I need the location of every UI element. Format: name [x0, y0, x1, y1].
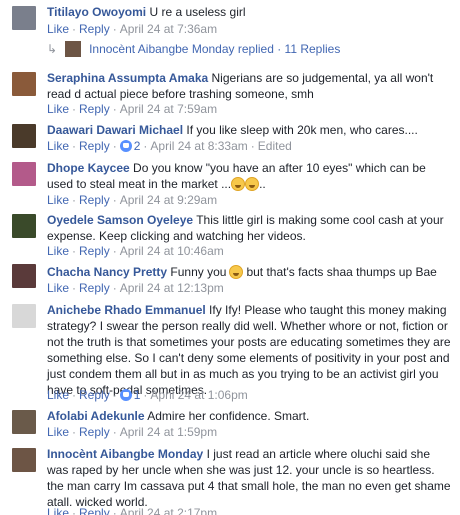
timestamp[interactable]: April 24 at 7:59am: [120, 102, 217, 116]
comment-text: Admire her confidence. Smart.: [147, 409, 310, 423]
reply-link[interactable]: Reply: [79, 388, 110, 402]
view-replies-link[interactable]: Innocènt Aibangbe Monday replied · 11 Re…: [89, 42, 340, 56]
reply-link[interactable]: Reply: [79, 102, 110, 116]
reaction-count[interactable]: 2: [134, 139, 141, 153]
timestamp[interactable]: April 24 at 1:06pm: [150, 388, 247, 402]
avatar[interactable]: [12, 264, 36, 288]
like-link[interactable]: Like: [47, 139, 69, 153]
reaction-count[interactable]: 1: [134, 388, 141, 402]
comment-author[interactable]: Dhope Kaycee: [47, 161, 130, 175]
avatar[interactable]: [12, 72, 36, 96]
timestamp[interactable]: April 24 at 8:33am: [150, 139, 247, 153]
reply-link[interactable]: Reply: [79, 22, 110, 36]
reply-link[interactable]: Reply: [79, 244, 110, 258]
comment-author[interactable]: Afolabi Adekunle: [47, 409, 145, 423]
like-link[interactable]: Like: [47, 102, 69, 116]
like-link[interactable]: Like: [47, 281, 69, 295]
comment-text: Funny you: [170, 265, 227, 279]
like-reaction-icon: [119, 389, 132, 401]
avatar[interactable]: [12, 6, 36, 30]
comment-author[interactable]: Chacha Nancy Pretty: [47, 265, 167, 279]
replies-preview[interactable]: ↳ Innocènt Aibangbe Monday replied · 11 …: [47, 40, 340, 58]
reply-link[interactable]: Reply: [79, 506, 110, 515]
avatar[interactable]: [12, 448, 36, 472]
comment-author[interactable]: Titilayo Owoyomi: [47, 5, 146, 19]
comment-text: but that's facts shaa thumps up Bae: [246, 265, 437, 279]
like-link[interactable]: Like: [47, 244, 69, 258]
comment-author[interactable]: Daawari Dawari Michael: [47, 123, 183, 137]
comment-text: If you like sleep with 20k men, who care…: [186, 123, 418, 137]
like-reaction-icon: [119, 140, 132, 152]
edited-label[interactable]: Edited: [258, 139, 292, 153]
like-link[interactable]: Like: [47, 22, 69, 36]
comment-author[interactable]: Innocènt Aibangbe Monday: [47, 447, 203, 461]
comment-author[interactable]: Anichebe Rhado Emmanuel: [47, 303, 206, 317]
comment-text: Ify Ify! Please who taught this money ma…: [47, 303, 451, 397]
avatar[interactable]: [12, 304, 36, 328]
like-link[interactable]: Like: [47, 506, 69, 515]
avatar: [65, 41, 82, 57]
reply-arrow-icon: ↳: [47, 42, 58, 56]
timestamp[interactable]: April 24 at 7:36am: [120, 22, 217, 36]
reply-link[interactable]: Reply: [79, 193, 110, 207]
reply-link[interactable]: Reply: [79, 139, 110, 153]
timestamp[interactable]: April 24 at 9:29am: [120, 193, 217, 207]
like-link[interactable]: Like: [47, 425, 69, 439]
like-link[interactable]: Like: [47, 388, 69, 402]
timestamp[interactable]: April 24 at 1:59pm: [120, 425, 217, 439]
avatar[interactable]: [12, 162, 36, 186]
avatar[interactable]: [12, 410, 36, 434]
laughing-emoji-icon: [245, 177, 260, 191]
reply-link[interactable]: Reply: [79, 281, 110, 295]
comment-author[interactable]: Oyedele Samson Oyeleye: [47, 213, 193, 227]
comment-text-suffix: ..: [259, 177, 266, 191]
laughing-emoji-icon: [229, 265, 244, 279]
timestamp[interactable]: April 24 at 10:46am: [120, 244, 224, 258]
like-link[interactable]: Like: [47, 193, 69, 207]
timestamp[interactable]: April 24 at 12:13pm: [120, 281, 224, 295]
avatar[interactable]: [12, 214, 36, 238]
comment-text: U re a useless girl: [149, 5, 246, 19]
laughing-emoji-icon: [231, 177, 246, 191]
reply-link[interactable]: Reply: [79, 425, 110, 439]
timestamp[interactable]: April 24 at 2:17pm: [120, 506, 217, 515]
avatar[interactable]: [12, 124, 36, 148]
comment-author[interactable]: Seraphina Assumpta Amaka: [47, 71, 208, 85]
